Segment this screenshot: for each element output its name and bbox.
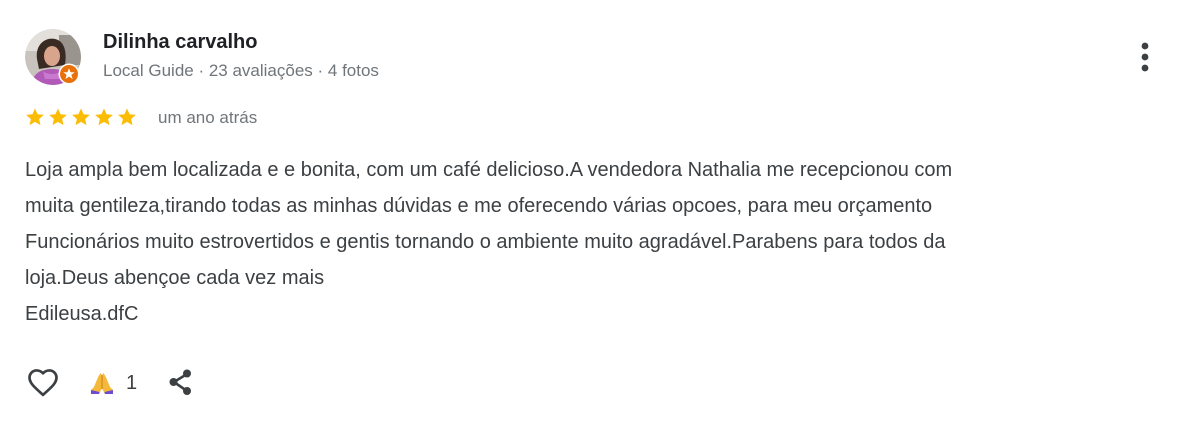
star-rating [25, 107, 137, 127]
reaction-button[interactable]: 1 [88, 368, 137, 398]
review-card: Dilinha carvalho Local Guide · 23 avalia… [0, 0, 1195, 425]
like-button[interactable] [25, 364, 61, 400]
review-text-line: loja.Deus abençoe cada vez mais [25, 267, 325, 289]
reaction-count: 1 [126, 371, 138, 394]
author-meta: Local Guide · 23 avaliações · 4 fotos [103, 61, 379, 80]
avatar[interactable] [25, 29, 81, 85]
star-icon [26, 108, 44, 126]
heart-outline-icon [28, 369, 58, 397]
review-text-line: muita gentileza,tirando todas as minhas … [25, 195, 933, 217]
share-icon [169, 369, 191, 395]
star-icon [49, 108, 67, 126]
review-text-line: Funcionários muito estrovertidos e genti… [25, 231, 946, 253]
star-icon [72, 108, 90, 126]
share-button[interactable] [165, 366, 197, 398]
author-name[interactable]: Dilinha carvalho [103, 31, 258, 54]
review-text: Loja ampla bem localizada e e bonita, co… [25, 152, 1175, 332]
folded-hands-emoji [91, 373, 113, 394]
review-text-line: Loja ampla bem localizada e e bonita, co… [25, 159, 953, 181]
more-vert-icon [1141, 42, 1149, 72]
local-guide-badge-icon [58, 63, 80, 85]
star-icon [95, 108, 113, 126]
review-timestamp: um ano atrás [158, 108, 258, 127]
star-icon [118, 108, 136, 126]
more-options-button[interactable] [1130, 38, 1160, 76]
review-text-line: Edileusa.dfC [25, 303, 139, 325]
